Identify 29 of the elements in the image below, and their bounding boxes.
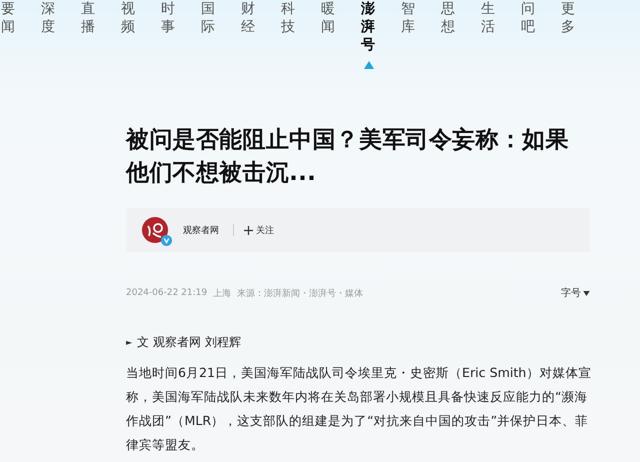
nav-tab[interactable]: 暖闻 [320, 0, 360, 72]
nav-tab[interactable]: 生活 [480, 0, 520, 72]
author-name: 观察者网 [183, 224, 219, 236]
nav-tab[interactable]: 深度 [40, 0, 80, 72]
byline-marker: ► [126, 338, 132, 347]
font-size-button[interactable]: 字号 [561, 286, 590, 300]
follow-button[interactable]: 关注 [244, 224, 274, 236]
location: 上海 [213, 288, 232, 300]
source: 来源：澎湃新闻・澎湃号・媒体 [237, 288, 364, 300]
plus-icon [244, 226, 253, 234]
article-paragraph: 当地时间6月21日，美国海军陆战队司令埃里克・史密斯（Eric Smith）对媒体宣称，美国海军陆战队未来数年内将在关岛部署小规模且具备快速反应能力的“濒海作战团”（MLR），这支部队的组建是为了“对抗来自中国的攻击”并保护日本、菲律宾等盟友。 [126, 364, 592, 454]
nav-tab[interactable]: 财经 [240, 0, 280, 72]
publish-time: 2024-06-22 21:19 [126, 288, 208, 298]
nav-tab[interactable]: 智库 [400, 0, 440, 72]
nav-tab[interactable]: 问吧 [520, 0, 560, 72]
avatar-logo [142, 217, 168, 243]
caret-icon [583, 290, 590, 296]
nav-tab[interactable]: 澎湃号 [360, 0, 400, 72]
nav-tab[interactable]: 国际 [200, 0, 240, 72]
byline: 文 观察者网 刘程辉 [137, 334, 241, 351]
nav-tab[interactable]: 时事 [160, 0, 200, 72]
nav-tab[interactable]: 科技 [280, 0, 320, 72]
nav-tab[interactable]: 更多 [560, 0, 600, 72]
selected-triangle-icon [364, 60, 374, 69]
nav-tab[interactable]: 视频 [120, 0, 160, 72]
nav-tab[interactable]: 要闻 [0, 0, 40, 72]
nav-tab[interactable]: 思想 [440, 0, 480, 72]
article-title: 被问是否能阻止中国？美军司令妄称：如果他们不想被击沉... [126, 126, 570, 188]
nav-tab[interactable]: 直播 [80, 0, 120, 72]
